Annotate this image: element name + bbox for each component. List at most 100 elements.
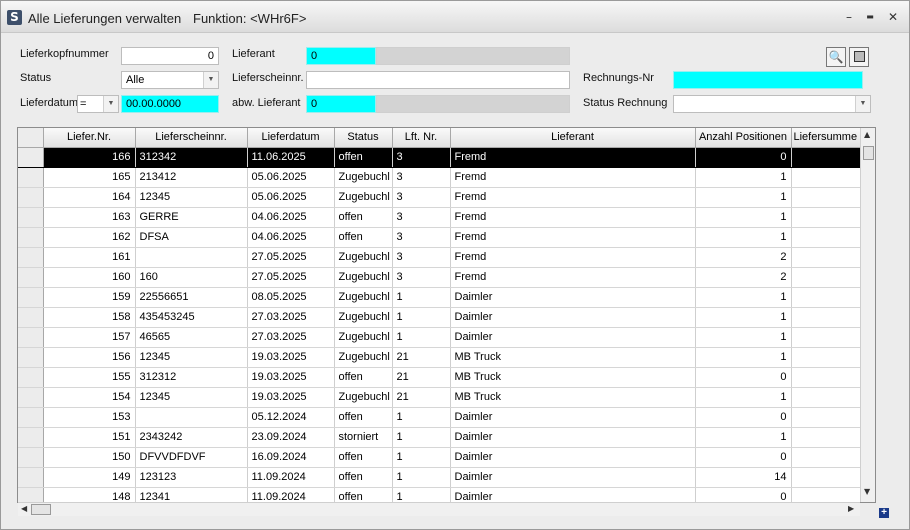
table-row[interactable]: 16127.05.2025Zugebuchl3Fremd28,9 [18, 247, 875, 268]
table-row[interactable]: 1481234111.09.2024offen1Daimler00,0 [18, 487, 875, 502]
table-row[interactable]: 1641234505.06.2025Zugebuchl3Fremd120,0 [18, 187, 875, 208]
lieferkopfnummer-field[interactable]: 0 [121, 47, 219, 65]
table-row[interactable]: 158 435453245 27.03.2025 Zugebuchl 1 Daimler 1… [18, 307, 875, 328]
table-cell: MB Truck [450, 367, 696, 388]
row-indicator[interactable] [18, 307, 44, 328]
vertical-scroll-thumb[interactable] [863, 146, 874, 160]
row-indicator[interactable] [18, 147, 44, 168]
row-indicator[interactable] [18, 267, 44, 288]
table-cell: Fremd [450, 267, 696, 288]
table-cell: offen [334, 487, 393, 502]
table-cell: 153 [43, 407, 136, 428]
horizontal-scroll-thumb[interactable] [31, 504, 51, 515]
table-cell: 164 [43, 187, 136, 208]
table-row[interactable]: 162DFSA04.06.2025offen3Fremd11,0 [18, 227, 875, 248]
window-title: Alle Lieferungen verwalten [28, 11, 182, 26]
scroll-right-icon[interactable]: ▶ [848, 504, 854, 513]
table-row[interactable]: 15305.12.2024offen1Daimler00,0 [18, 407, 875, 428]
table-cell: 23.09.2024 [247, 427, 335, 448]
row-indicator[interactable] [18, 347, 44, 368]
chevron-down-icon[interactable]: ▼ [203, 72, 218, 88]
table-cell: 21 [392, 347, 451, 368]
lieferdatum-operator-select[interactable]: = ▼ [77, 95, 119, 113]
status-rechnung-select[interactable]: ▼ [673, 95, 871, 113]
table-cell: 2343242 [135, 427, 248, 448]
search-button[interactable]: 🔍 [826, 47, 846, 67]
horizontal-scrollbar[interactable]: ◀ ▶ [18, 502, 860, 516]
column-header[interactable]: Anzahl Positionen [695, 128, 792, 148]
scroll-left-icon[interactable]: ◀ [21, 504, 27, 513]
title-bar[interactable]: S Alle Lieferungen verwalten Funktion: <… [1, 1, 909, 33]
column-header[interactable]: Liefer.Nr. [43, 128, 136, 148]
table-cell: 149 [43, 467, 136, 488]
row-indicator[interactable] [18, 287, 44, 308]
column-header[interactable]: Lieferdatum [247, 128, 335, 148]
table-cell: 0 [695, 447, 792, 468]
column-header[interactable]: Lieferant [450, 128, 696, 148]
table-cell: Daimler [450, 427, 696, 448]
row-indicator[interactable] [18, 447, 44, 468]
row-indicator[interactable] [18, 407, 44, 428]
rechnungsnr-field[interactable] [673, 71, 863, 89]
add-icon[interactable]: + [879, 508, 889, 518]
lieferdatum-field[interactable]: 00.00.0000 [121, 95, 219, 113]
column-header[interactable]: Status [334, 128, 393, 148]
table-cell: Daimler [450, 287, 696, 308]
table-row[interactable]: 1561234519.03.2025Zugebuchl21MB Truck11,… [18, 347, 875, 368]
row-indicator[interactable] [18, 187, 44, 208]
table-row[interactable]: 151234324223.09.2024storniert1Daimler162… [18, 427, 875, 448]
lieferscheinnr-label: Lieferscheinnr. [232, 72, 304, 84]
table-cell: 0 [695, 487, 792, 502]
table-row[interactable]: 1592255665108.05.2025Zugebuchl1Daimler11… [18, 287, 875, 308]
table-cell: 148 [43, 487, 136, 502]
row-indicator[interactable] [18, 387, 44, 408]
row-indicator[interactable] [18, 167, 44, 188]
export-button[interactable] [849, 47, 869, 67]
chevron-down-icon[interactable]: ▼ [855, 96, 870, 112]
abw-lieferant-id-field[interactable]: 0 [306, 95, 376, 113]
table-cell: 1 [392, 307, 451, 328]
table-cell: 3 [392, 227, 451, 248]
app-icon: S [7, 10, 22, 25]
row-indicator[interactable] [18, 247, 44, 268]
table-cell: 0 [695, 147, 792, 168]
row-indicator[interactable] [18, 207, 44, 228]
search-icon: 🔍 [828, 50, 844, 64]
lieferant-id-field[interactable]: 0 [306, 47, 376, 65]
maximize-button[interactable]: ▬ [862, 9, 878, 25]
row-indicator[interactable] [18, 487, 44, 502]
row-indicator[interactable] [18, 367, 44, 388]
table-cell: 213412 [135, 167, 248, 188]
table-row[interactable]: 150DFVVDFDVF16.09.2024offen1Daimler00,0 [18, 447, 875, 468]
row-indicator[interactable] [18, 227, 44, 248]
table-cell: 163 [43, 207, 136, 228]
deliveries-table[interactable]: Liefer.Nr. Lieferscheinnr. Lieferdatum S… [17, 127, 876, 503]
status-select[interactable]: Alle ▼ [121, 71, 219, 89]
column-header[interactable]: Lieferscheinnr. [135, 128, 248, 148]
table-cell: storniert [334, 427, 393, 448]
table-row[interactable]: 163GERRE04.06.2025offen3Fremd1200,0 [18, 207, 875, 228]
scroll-down-icon[interactable]: ▼ [864, 487, 870, 496]
table-row[interactable]: 16631234211.06.2025offen3Fremd00,0 [18, 147, 875, 168]
close-button[interactable]: ✕ [885, 9, 901, 25]
table-row[interactable]: 16521341205.06.2025Zugebuchl3Fremd12,0 [18, 167, 875, 188]
table-cell: 151 [43, 427, 136, 448]
scroll-up-icon[interactable]: ▲ [864, 130, 870, 139]
minimize-button[interactable]: – [841, 9, 857, 25]
vertical-scrollbar[interactable]: ▲ ▼ [860, 128, 875, 502]
table-row[interactable]: 16016027.05.2025Zugebuchl3Fremd2405,0 [18, 267, 875, 288]
table-cell: Fremd [450, 167, 696, 188]
row-indicator[interactable] [18, 427, 44, 448]
column-header[interactable]: Lft. Nr. [392, 128, 451, 148]
table-row[interactable]: 1574656527.03.2025Zugebuchl1Daimler126,7 [18, 327, 875, 348]
table-cell: Daimler [450, 307, 696, 328]
table-row[interactable]: 15531231219.03.2025offen21MB Truck00,0 [18, 367, 875, 388]
row-indicator[interactable] [18, 327, 44, 348]
row-indicator[interactable] [18, 467, 44, 488]
table-row[interactable]: 14912312311.09.2024offen1Daimler141174,2 [18, 467, 875, 488]
table-cell: 27.03.2025 [247, 327, 335, 348]
lieferscheinnr-field[interactable] [306, 71, 570, 89]
table-cell: 1 [695, 347, 792, 368]
chevron-down-icon[interactable]: ▼ [103, 96, 118, 112]
table-row[interactable]: 1541234519.03.2025Zugebuchl21MB Truck110… [18, 387, 875, 408]
